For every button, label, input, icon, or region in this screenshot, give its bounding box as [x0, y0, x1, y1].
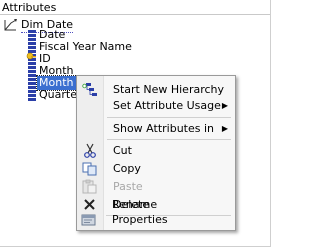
menu-item-copy[interactable]: Copy: [78, 160, 234, 178]
attributes-pane-title: Attributes: [0, 0, 270, 15]
properties-icon: [80, 212, 98, 228]
menu-separator: [107, 139, 231, 140]
menu-item-label: Paste: [113, 180, 143, 193]
menu-item-label: Copy: [113, 162, 141, 175]
menu-item-cut[interactable]: Cut: [78, 142, 234, 160]
menu-item-label: Show Attributes in: [113, 122, 215, 135]
menu-item-label: Properties: [112, 213, 168, 226]
menu-item-show-attributes-in[interactable]: Show Attributes in ▶: [78, 120, 234, 138]
attribute-icon: [28, 90, 36, 101]
attribute-label: Quarte: [39, 88, 77, 101]
submenu-arrow-icon: ▶: [221, 124, 228, 133]
menu-item-label: Cut: [113, 144, 132, 157]
hierarchy-icon: [81, 82, 99, 98]
scissors-icon: [81, 143, 99, 159]
menu-item-set-attribute-usage[interactable]: Set Attribute Usage ▶: [78, 97, 234, 115]
submenu-arrow-icon: ▶: [221, 101, 228, 110]
menu-item-label: Set Attribute Usage: [113, 99, 221, 112]
menu-separator: [107, 117, 231, 118]
paste-icon: [81, 179, 99, 195]
menu-item-properties[interactable]: Properties: [77, 211, 233, 229]
copy-icon: [81, 161, 99, 177]
menu-item-paste[interactable]: Paste: [78, 178, 234, 196]
